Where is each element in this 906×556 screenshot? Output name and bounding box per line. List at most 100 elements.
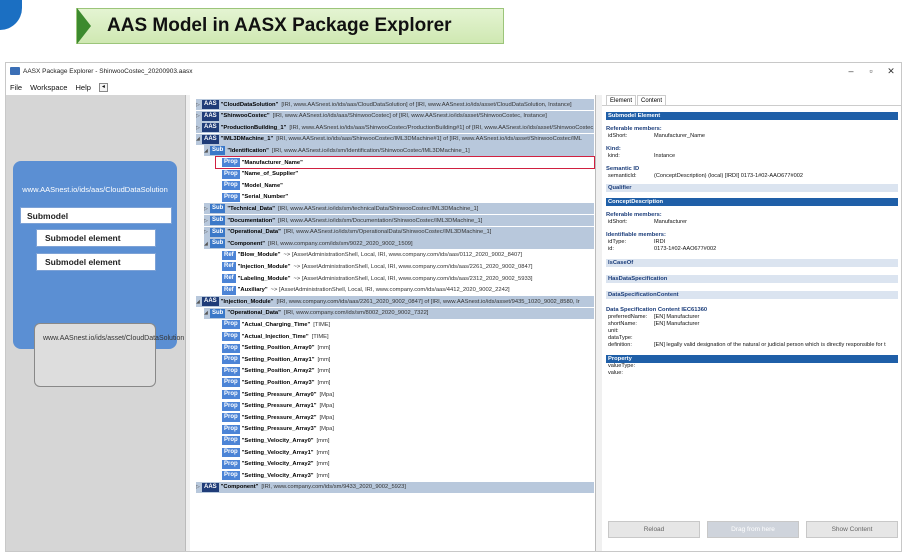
banner-corner-decoration bbox=[0, 0, 22, 30]
tree-row[interactable]: ◢ AAS "IML3DMachine_1" [IRI, www.AASnest.io… bbox=[196, 133, 594, 145]
tree-row[interactable]: ▷ Sub "Technical_Data" [IRI, www.AASnest.io… bbox=[204, 203, 594, 215]
tree-row-badge: Prop bbox=[222, 413, 240, 423]
tree-row[interactable]: ◢ AAS "Injection_Module" [IRI, www.company.… bbox=[196, 296, 594, 308]
tree-row[interactable]: Ref "Auxiliary" ~> [AssetAdministrationShe… bbox=[216, 285, 594, 296]
show-content-button[interactable]: Show Content bbox=[806, 521, 898, 538]
tree-row-detail: ~> [AssetAdministrationShell, Local, IRI… bbox=[293, 275, 533, 282]
tree-row-badge: AAS bbox=[202, 111, 219, 121]
tree-row[interactable]: Prop "Actual_Injection_Time" [TIME] bbox=[216, 331, 594, 342]
tree-row-name: "Operational_Data" bbox=[227, 310, 281, 317]
tree-row[interactable]: Ref "Blow_Module" ~> [AssetAdministrationS… bbox=[216, 250, 594, 261]
field-idshort-value[interactable]: Manufacturer_Name bbox=[654, 133, 705, 139]
drag-from-here-button[interactable]: Drag from here bbox=[707, 521, 799, 538]
tree-row[interactable]: Prop "Setting_Velocity_Array3" [mm] bbox=[216, 470, 594, 481]
field-preferred-name: preferredName: [EN] Manufacturer bbox=[608, 314, 699, 320]
tree-row[interactable]: Prop "Serial_Number" bbox=[216, 192, 594, 203]
tree-row[interactable]: ▷ Sub "Operational_Data" [IRI, www.AASnest.… bbox=[204, 226, 594, 238]
field-idshort-2: idShort: Manufacturer bbox=[608, 219, 687, 225]
tree-row[interactable]: ▷ AAS "ShinwooCostec" [IRI, www.AASnest.io/… bbox=[196, 110, 594, 122]
tree-row[interactable]: Ref "Labeling_Module" ~> [AssetAdministrat… bbox=[216, 273, 594, 284]
heading-kind: Kind: bbox=[606, 146, 621, 152]
tab-element[interactable]: Element bbox=[606, 95, 637, 105]
tree-row[interactable]: Prop "Actual_Charging_Time" [TIME] bbox=[216, 319, 594, 330]
heading-iscaseof: IsCaseOf bbox=[606, 259, 898, 267]
tree-row[interactable]: Prop "Model_Name" bbox=[216, 180, 594, 191]
field-id-value[interactable]: 0173-1#02-AAO677#002 bbox=[654, 246, 716, 252]
tree-row[interactable]: Prop "Setting_Pressure_Array1" [Mpa] bbox=[216, 401, 594, 412]
tree-row[interactable]: Prop "Setting_Position_Array3" [mm] bbox=[216, 377, 594, 388]
tree-row-detail: ~> [AssetAdministrationShell, Local, IRI… bbox=[270, 287, 510, 294]
maximize-icon[interactable]: ▫ bbox=[863, 63, 879, 79]
tree-row-badge: Sub bbox=[210, 204, 226, 214]
tree-row-badge: Prop bbox=[222, 192, 240, 202]
tree-row-detail: [IRI, www.AASnest.io/ids/aas/ShinwooCost… bbox=[272, 113, 547, 120]
tree-row[interactable]: Prop "Setting_Pressure_Array0" [Mpa] bbox=[216, 389, 594, 400]
tree-row-name: "Auxiliary" bbox=[237, 287, 268, 294]
tree-row-badge: AAS bbox=[202, 297, 219, 307]
tree-row[interactable]: ◢ Sub "Operational_Data" [IRI, www.company.… bbox=[204, 307, 594, 319]
tree-row[interactable]: ▷ AAS "CloudDataSolution" [IRI, www.AASnest… bbox=[196, 99, 594, 110]
tree-row-badge: Ref bbox=[222, 285, 236, 295]
tree-row[interactable]: ◢ Sub "Identification" [IRI, www.AASnest.io… bbox=[204, 145, 594, 157]
field-kind-value[interactable]: Instance bbox=[654, 153, 675, 159]
minimize-icon[interactable]: – bbox=[843, 63, 859, 79]
tree-row-detail: [mm] bbox=[316, 449, 330, 456]
field-idshort-key: idShort: bbox=[608, 133, 628, 139]
tree-row-name: "ProductionBuilding_1" bbox=[220, 124, 287, 131]
tree-row-name: "Setting_Position_Array0" bbox=[241, 345, 315, 352]
heading-dataspecificationcontent: DataSpecificationContent bbox=[606, 291, 898, 299]
tree-row[interactable]: Prop "Setting_Pressure_Array2" [Mpa] bbox=[216, 412, 594, 423]
tree-row-badge: Sub bbox=[210, 146, 226, 156]
tree-row[interactable]: ▷ AAS "ProductionBuilding_1" [IRI, www.AASn… bbox=[196, 122, 594, 134]
tree-row-badge: AAS bbox=[202, 134, 219, 144]
tree-row-badge: Prop bbox=[222, 448, 240, 457]
field-semantic-id-value[interactable]: (ConceptDescription) (local) [IRDI] 0173… bbox=[654, 173, 803, 179]
tree-row[interactable]: Prop "Name_of_Supplier" bbox=[216, 169, 594, 180]
menu-help[interactable]: Help bbox=[75, 83, 90, 92]
tree-row[interactable]: Prop "Setting_Position_Array1" [mm] bbox=[216, 354, 594, 365]
element-detail-panel: Element Content Submodel Element Referab… bbox=[602, 95, 901, 551]
tree-row[interactable]: Prop "Setting_Position_Array2" [mm] bbox=[216, 366, 594, 377]
field-idshort-2-value[interactable]: Manufacturer bbox=[654, 219, 687, 225]
tree-row-name: "Name_of_Supplier" bbox=[241, 171, 299, 178]
tree-row[interactable]: ▷ AAS "Component" [IRI, www.company.com/ids… bbox=[196, 481, 594, 493]
tree-row-name: "Operational_Data" bbox=[227, 229, 281, 236]
field-definition-value[interactable]: [EN] legally valid designation of the na… bbox=[654, 342, 886, 348]
tree-row-badge: Sub bbox=[210, 239, 226, 249]
tree-row-name: "Actual_Injection_Time" bbox=[241, 333, 309, 340]
field-idtype-value[interactable]: IRDI bbox=[654, 239, 665, 245]
tree-row[interactable]: Prop "Setting_Position_Array0" [mm] bbox=[216, 343, 594, 354]
tree-row[interactable]: Prop "Setting_Velocity_Array0" [mm] bbox=[216, 435, 594, 446]
tree-row[interactable]: ◢ Sub "Component" [IRI, www.company.com/ids… bbox=[204, 238, 594, 250]
menu-file[interactable]: File bbox=[10, 83, 22, 92]
tree-row-name: "Setting_Position_Array3" bbox=[241, 379, 315, 386]
tree-row[interactable]: Ref "Injection_Module" ~> [AssetAdministra… bbox=[216, 261, 594, 272]
tree-row-badge: Ref bbox=[222, 274, 236, 283]
field-preferred-name-value[interactable]: [EN] Manufacturer bbox=[654, 314, 699, 320]
tab-content[interactable]: Content bbox=[637, 95, 667, 105]
tree-row[interactable]: ▷ Sub "Documentation" [IRI, www.AASnest.io/… bbox=[204, 215, 594, 226]
tree-row-name: "Identification" bbox=[227, 147, 269, 154]
tree-row-detail: [IRI, www.AASnest.io/ids/aas/CloudDataSo… bbox=[281, 101, 572, 108]
tree-row-detail: [IRI, www.AASnest.io/ids/sm/OperationalD… bbox=[283, 229, 492, 236]
tree-row-badge: Ref bbox=[222, 262, 236, 272]
section-property: Property bbox=[606, 355, 898, 363]
menu-workspace[interactable]: Workspace bbox=[30, 83, 67, 92]
reload-button[interactable]: Reload bbox=[608, 521, 700, 538]
tree-row-badge: Sub bbox=[210, 227, 226, 237]
close-icon[interactable]: ✕ bbox=[883, 63, 899, 79]
tree-row-detail: [IRI, www.AASnest.io/ids/sm/technicalDat… bbox=[277, 205, 479, 212]
tree-row-badge: Prop bbox=[222, 355, 240, 365]
field-short-name-value[interactable]: [EN] Manufacturer bbox=[654, 321, 699, 327]
tree-row-name: "Setting_Velocity_Array0" bbox=[241, 437, 314, 444]
field-unit: unit: bbox=[608, 328, 654, 334]
back-nav-icon[interactable]: ◂ bbox=[98, 82, 108, 92]
slide-banner: AAS Model in AASX Package Explorer bbox=[76, 8, 504, 44]
field-value-type: valueType: bbox=[608, 363, 654, 369]
tree-row[interactable]: Prop "Setting_Velocity_Array2" [mm] bbox=[216, 459, 594, 470]
tree-row-detail: [mm] bbox=[316, 437, 330, 444]
tree-row[interactable]: Prop "Setting_Velocity_Array1" [mm] bbox=[216, 447, 594, 458]
banner-title: AAS Model in AASX Package Explorer bbox=[107, 15, 452, 36]
tree-row[interactable]: Prop "Setting_Pressure_Array3" [Mpa] bbox=[216, 424, 594, 435]
tree-row[interactable]: Prop "Manufacturer_Name" bbox=[215, 156, 595, 169]
